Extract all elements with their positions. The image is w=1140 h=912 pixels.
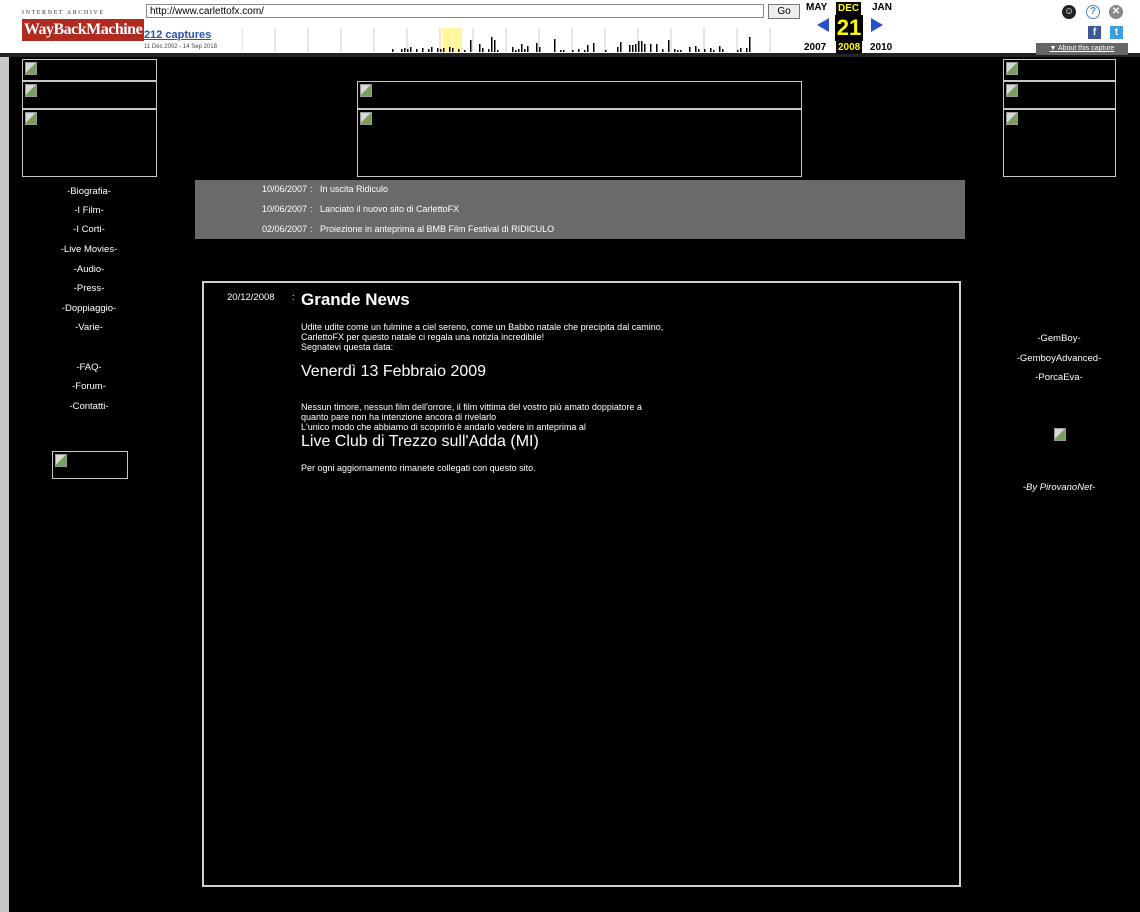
nav-film[interactable]: -I Film- [29, 205, 149, 216]
article-title: Grande News [301, 290, 410, 309]
header-image [357, 109, 802, 177]
article-closing: Per ogni aggiornamento rimanete collegat… [301, 463, 536, 473]
archived-page: -Biografia- -I Film- -I Corti- -Live Mov… [9, 57, 1140, 912]
article-line: Udite udite come un fulmine a ciel seren… [301, 322, 664, 332]
wayback-logo-caption: INTERNET ARCHIVE [22, 10, 105, 16]
about-capture-link[interactable]: ▼ About this capture [1036, 43, 1128, 55]
twitter-icon[interactable]: t [1110, 26, 1123, 39]
help-icon[interactable]: ? [1086, 5, 1100, 19]
prev-capture-arrow-icon[interactable] [817, 18, 829, 32]
news-text: In uscita Ridiculo [320, 184, 389, 194]
broken-image-icon [22, 81, 157, 109]
wayback-logo[interactable]: WayBackMachine [22, 19, 144, 41]
broken-image-icon [1052, 426, 1068, 442]
news-text: Proiezione in anteprima al BMB Film Fest… [320, 224, 555, 234]
facebook-icon[interactable]: f [1088, 26, 1101, 39]
nav-audio[interactable]: -Audio- [29, 264, 149, 275]
captures-range: 11 Dec 2002 - 14 Sep 2018 [144, 44, 217, 50]
article-line: Nessun timore, nessun film dell'orrore, … [301, 402, 642, 412]
current-day: 21 [835, 15, 863, 41]
article-date: 20/12/2008 [227, 292, 275, 303]
article-line: L'unico modo che abbiamo di scoprirlo è … [301, 422, 586, 432]
next-year-link[interactable]: 2010 [870, 42, 892, 53]
broken-image-icon [22, 109, 157, 177]
news-date: 10/06/2007 [261, 184, 307, 194]
news-item[interactable]: 10/06/2007 : Lanciato il nuovo sito di C… [195, 200, 965, 219]
current-month: DEC [836, 2, 862, 15]
nav-porcaeva[interactable]: -PorcaEva- [999, 372, 1119, 383]
capture-calendar: MAY DEC JAN 21 2007 2008 2010 [800, 0, 910, 55]
nav-gemboy[interactable]: -GemBoy- [999, 333, 1119, 344]
nav-corti[interactable]: -I Corti- [29, 224, 149, 235]
left-badge-image[interactable] [52, 451, 128, 479]
news-date: 02/06/2007 [261, 224, 307, 234]
credit-link[interactable]: -By PirovanoNet- [999, 482, 1119, 493]
nav-press[interactable]: -Press- [29, 283, 149, 294]
article-line: Segnatevi questa data: [301, 342, 394, 352]
captures-link[interactable]: 212 captures [144, 29, 211, 41]
wayback-toolbar: INTERNET ARCHIVE WayBackMachine http://w… [0, 0, 1140, 57]
news-item[interactable]: 02/06/2007 : Proiezione in anteprima al … [195, 220, 965, 239]
nav-forum[interactable]: -Forum- [29, 381, 149, 392]
news-separator: : [310, 184, 313, 194]
broken-image-icon [1003, 81, 1116, 109]
article-line: CarlettoFX per questo natale ci regala u… [301, 332, 545, 342]
nav-live-movies[interactable]: -Live Movies- [29, 244, 149, 255]
broken-image-icon [22, 59, 157, 81]
nav-contatti[interactable]: -Contatti- [29, 401, 149, 412]
news-date: 10/06/2007 [261, 204, 307, 214]
next-capture-arrow-icon[interactable] [871, 18, 883, 32]
prev-month-link[interactable]: MAY [806, 2, 827, 13]
news-separator: : [310, 204, 313, 214]
url-input[interactable]: http://www.carlettofx.com/ [146, 4, 764, 18]
news-list: 10/06/2007 : In uscita Ridiculo 10/06/20… [195, 180, 965, 239]
news-text: Lanciato il nuovo sito di CarlettoFX [320, 204, 460, 214]
user-icon[interactable]: ☺ [1062, 5, 1076, 19]
article-line: quanto pare non ha intenzione ancora di … [301, 412, 497, 422]
article-paragraph: Udite udite come un fulmine a ciel seren… [301, 322, 663, 352]
nav-faq[interactable]: -FAQ- [29, 362, 149, 373]
header-banner-image [357, 81, 802, 109]
nav-biografia[interactable]: -Biografia- [29, 186, 149, 197]
article-paragraph: Nessun timore, nessun film dell'orrore, … [301, 402, 642, 432]
article-panel: 20/12/2008 : Grande News Udite udite com… [202, 281, 961, 887]
broken-image-icon [1003, 109, 1116, 177]
close-icon[interactable]: ✕ [1109, 5, 1123, 19]
captures-sparkline[interactable] [242, 28, 782, 52]
current-year: 2008 [836, 41, 863, 54]
news-item[interactable]: 10/06/2007 : In uscita Ridiculo [195, 180, 965, 199]
event-date: Venerdì 13 Febbraio 2009 [301, 363, 487, 380]
broken-image-icon [1003, 59, 1116, 81]
nav-varie[interactable]: -Varie- [29, 322, 149, 333]
article-separator: : [292, 292, 295, 303]
nav-gemboy-advanced[interactable]: -GemboyAdvanced- [999, 353, 1119, 364]
nav-doppiaggio[interactable]: -Doppiaggio- [29, 303, 149, 314]
news-separator: : [310, 224, 313, 234]
prev-year-link[interactable]: 2007 [804, 42, 826, 53]
next-month-link[interactable]: JAN [872, 2, 892, 13]
go-button[interactable]: Go [768, 4, 800, 19]
event-venue: Live Club di Trezzo sull'Adda (MI) [301, 433, 539, 450]
